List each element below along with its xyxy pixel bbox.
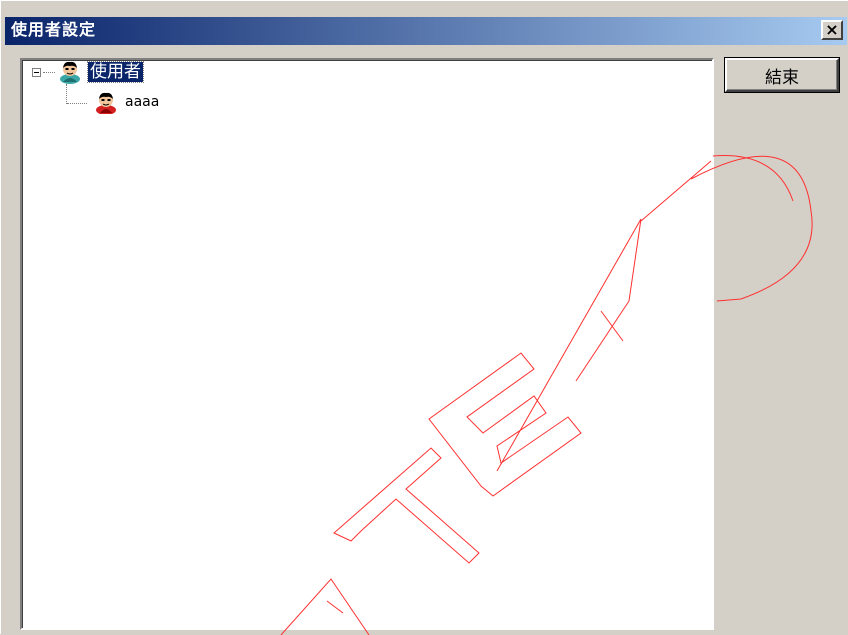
user-settings-window: 使用者設定 × 使用者 aaaa 結束	[0, 0, 848, 635]
end-button[interactable]: 結束	[724, 57, 840, 93]
user-group-icon[interactable]	[58, 60, 82, 84]
close-button[interactable]: ×	[821, 20, 843, 40]
close-icon: ×	[825, 20, 839, 39]
window-title: 使用者設定	[11, 20, 97, 39]
tree-connector	[43, 72, 55, 73]
tree-root-label[interactable]: 使用者	[87, 61, 144, 83]
user-icon[interactable]	[94, 90, 118, 114]
tree-connector	[67, 103, 87, 104]
user-tree-view[interactable]: 使用者 aaaa	[20, 58, 714, 630]
collapse-toggle-icon[interactable]	[32, 68, 41, 77]
tree-connector	[66, 84, 67, 104]
title-bar[interactable]: 使用者設定 ×	[5, 17, 847, 45]
tree-child-label[interactable]: aaaa	[125, 93, 159, 111]
